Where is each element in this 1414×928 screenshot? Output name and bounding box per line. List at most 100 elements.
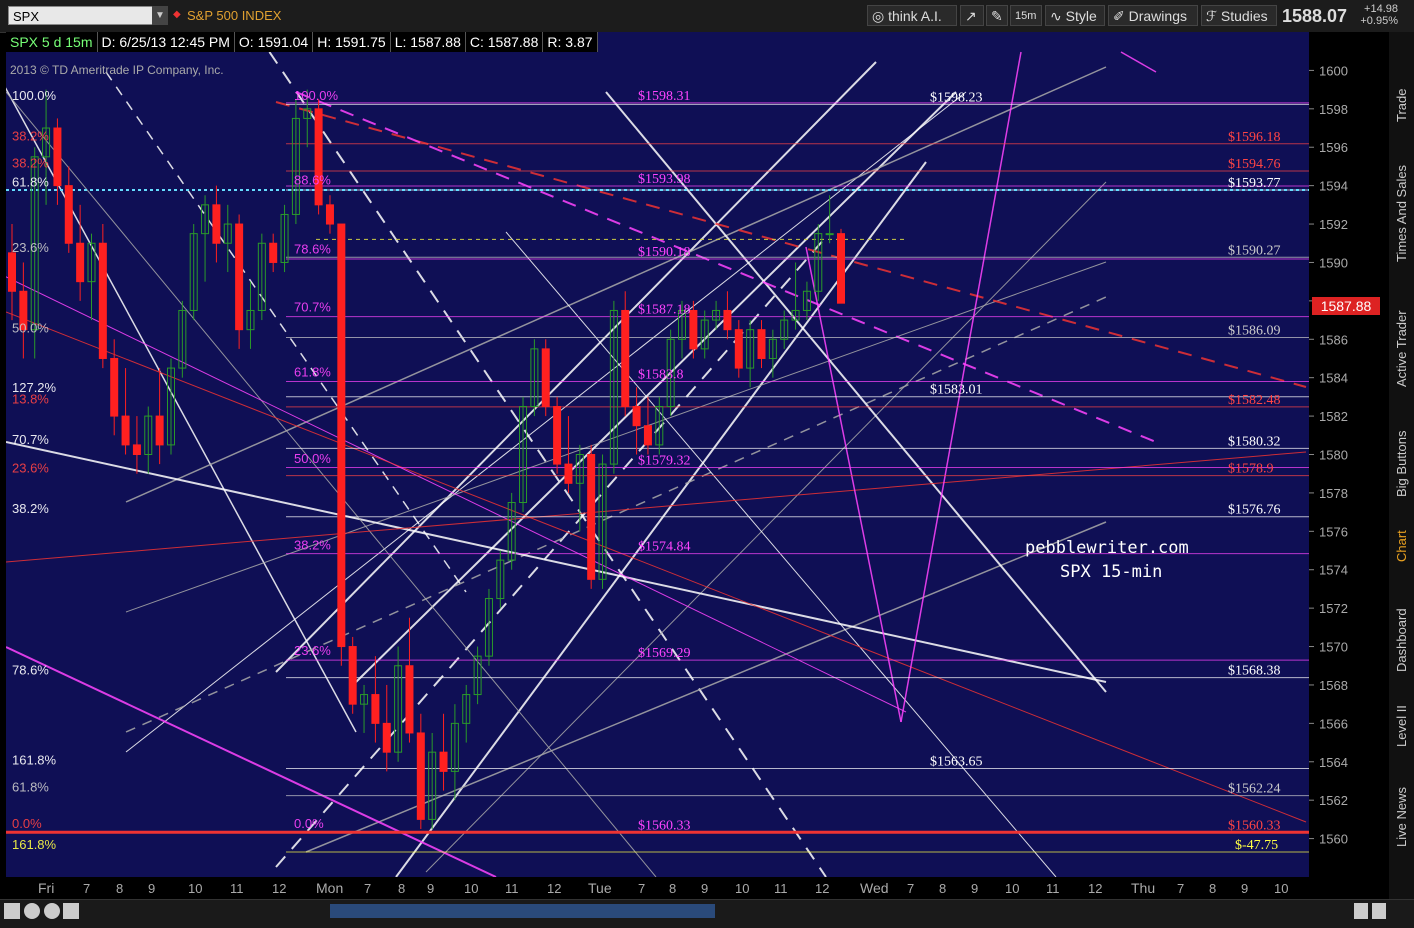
trendline (275, 236, 827, 868)
change-percent: +0.95% (1360, 15, 1398, 27)
level-label: $1590.18 (638, 245, 691, 260)
candle-body (837, 233, 845, 304)
x-tick-label: 9 (427, 881, 434, 896)
scrollbar[interactable] (0, 899, 1414, 928)
chart-area[interactable]: $1598.31 $1598.23 $1596.18 $1594.76 $1593.98… (6, 32, 1309, 877)
zoom-fit-icon[interactable] (4, 903, 20, 919)
fib-label: 0.0% (12, 816, 42, 831)
level-label: $1583.01 (930, 383, 983, 398)
x-tick-label: 8 (1209, 881, 1216, 896)
candle-body (405, 665, 414, 734)
level-label: $1574.84 (638, 540, 691, 555)
tab-big-buttons[interactable]: Big Buttons (1389, 397, 1414, 507)
y-tick-label: 1598 (1319, 102, 1348, 117)
x-tick-label: 12 (272, 881, 286, 896)
candle-body (439, 751, 448, 772)
x-tick-label: 10 (1005, 881, 1019, 896)
studies-icon: ℱ (1206, 8, 1218, 24)
level-label: $1568.38 (1228, 664, 1281, 679)
x-tick-label: 9 (148, 881, 155, 896)
fib-label: 78.6% (294, 242, 331, 257)
think-ai-button[interactable]: ◎ think A.I. (867, 5, 957, 26)
style-label: Style (1065, 8, 1097, 24)
price-change: +14.98 +0.95% (1350, 3, 1398, 27)
trendline (295, 91, 1157, 443)
x-tick-label: Thu (1131, 880, 1155, 896)
fib-label: 23.6% (294, 643, 331, 658)
candle-body (382, 722, 391, 753)
trendline (105, 71, 467, 593)
level-label: $1596.18 (1228, 130, 1281, 145)
drawing-tool-icon[interactable] (63, 903, 79, 919)
level-label: $1587.18 (638, 303, 691, 318)
tab-times-and-sales[interactable]: Times And Sales (1389, 132, 1414, 272)
x-tick-label: 9 (701, 881, 708, 896)
price-axis: 1560 1562 1564 1566 1568 1570 1572 1574 1576 1578… (1309, 32, 1389, 877)
tab-dashboard[interactable]: Dashboard (1389, 567, 1414, 682)
level-label: $1583.8 (638, 368, 684, 383)
top-toolbar: SPX ▼ ◆ S&P 500 INDEX ◎ think A.I. ↗ ✎ 1… (0, 0, 1414, 33)
studies-button[interactable]: ℱ Studies (1201, 5, 1277, 26)
x-tick-label: 7 (1177, 881, 1184, 896)
level-label: $-47.75 (1235, 838, 1278, 853)
zoom-out-icon[interactable] (44, 903, 60, 919)
symbol-dropdown-icon[interactable]: ▼ (152, 6, 168, 25)
info-low: L: 1587.88 (391, 32, 466, 52)
symbol-input[interactable]: SPX (8, 6, 154, 25)
candle-body (371, 694, 380, 724)
fib-label: 100.0% (12, 88, 57, 103)
x-tick-label: 11 (1046, 881, 1060, 896)
wrench-icon[interactable]: ✎ (986, 5, 1008, 26)
y-tick-label: 1600 (1319, 63, 1348, 78)
x-tick-label: 12 (815, 881, 829, 896)
level-label: $1593.98 (638, 172, 691, 187)
y-tick-label: 1566 (1319, 716, 1348, 731)
y-tick-label: 1594 (1319, 179, 1348, 194)
style-button[interactable]: ∿ Style (1045, 5, 1105, 26)
fib-label: 50.0% (12, 320, 49, 335)
timeframe-button[interactable]: 15m (1010, 5, 1042, 26)
x-tick-label: 8 (669, 881, 676, 896)
fib-label: 61.8% (294, 365, 331, 380)
scroll-thumb[interactable] (330, 904, 715, 918)
tab-active-trader[interactable]: Active Trader (1389, 272, 1414, 397)
trendline (1120, 51, 1157, 73)
fib-label: 78.6% (12, 662, 49, 677)
candle-body (416, 732, 425, 820)
tab-level-ii[interactable]: Level II (1389, 682, 1414, 757)
fib-label: 38.2% (12, 501, 49, 516)
candle-body (53, 127, 62, 187)
current-price-tag: 1587.88 (1312, 297, 1380, 315)
info-date: D: 6/25/13 12:45 PM (98, 32, 235, 52)
tab-chart[interactable]: Chart (1389, 507, 1414, 567)
candle-body (8, 252, 16, 292)
fib-label: 61.8% (12, 174, 49, 189)
scroll-right-icon[interactable] (1372, 903, 1386, 919)
level-label: $1576.76 (1228, 503, 1281, 518)
scroll-left-icon[interactable] (1354, 903, 1368, 919)
candle-body (587, 454, 596, 580)
drawings-button[interactable]: ✐ Drawings (1108, 5, 1198, 26)
tab-live-news[interactable]: Live News (1389, 757, 1414, 857)
tab-trade[interactable]: Trade (1389, 32, 1414, 132)
candle-body (734, 329, 743, 369)
fib-label: 61.8% (12, 779, 49, 794)
alert-icon: ◆ (173, 9, 181, 20)
level-label: $1560.33 (1228, 818, 1281, 833)
zoom-in-icon[interactable] (24, 903, 40, 919)
think-ai-icon: ◎ (872, 8, 885, 24)
y-tick-label: 1590 (1319, 255, 1348, 270)
change-value: +14.98 (1364, 3, 1398, 15)
price-chart[interactable]: $1598.31 $1598.23 $1596.18 $1594.76 $1593.98… (6, 32, 1309, 877)
watermark-chart: SPX 15-min (1060, 562, 1163, 582)
share-icon[interactable]: ↗ (960, 5, 984, 26)
style-icon: ∿ (1050, 8, 1062, 24)
x-tick-label: 10 (464, 881, 478, 896)
x-tick-label: 7 (83, 881, 90, 896)
x-tick-label: 8 (939, 881, 946, 896)
candle-body (825, 233, 834, 236)
info-close: C: 1587.88 (466, 32, 544, 52)
candle-body (553, 405, 562, 465)
fib-label: 13.8% (12, 391, 49, 406)
think-ai-label: think A.I. (888, 8, 942, 24)
